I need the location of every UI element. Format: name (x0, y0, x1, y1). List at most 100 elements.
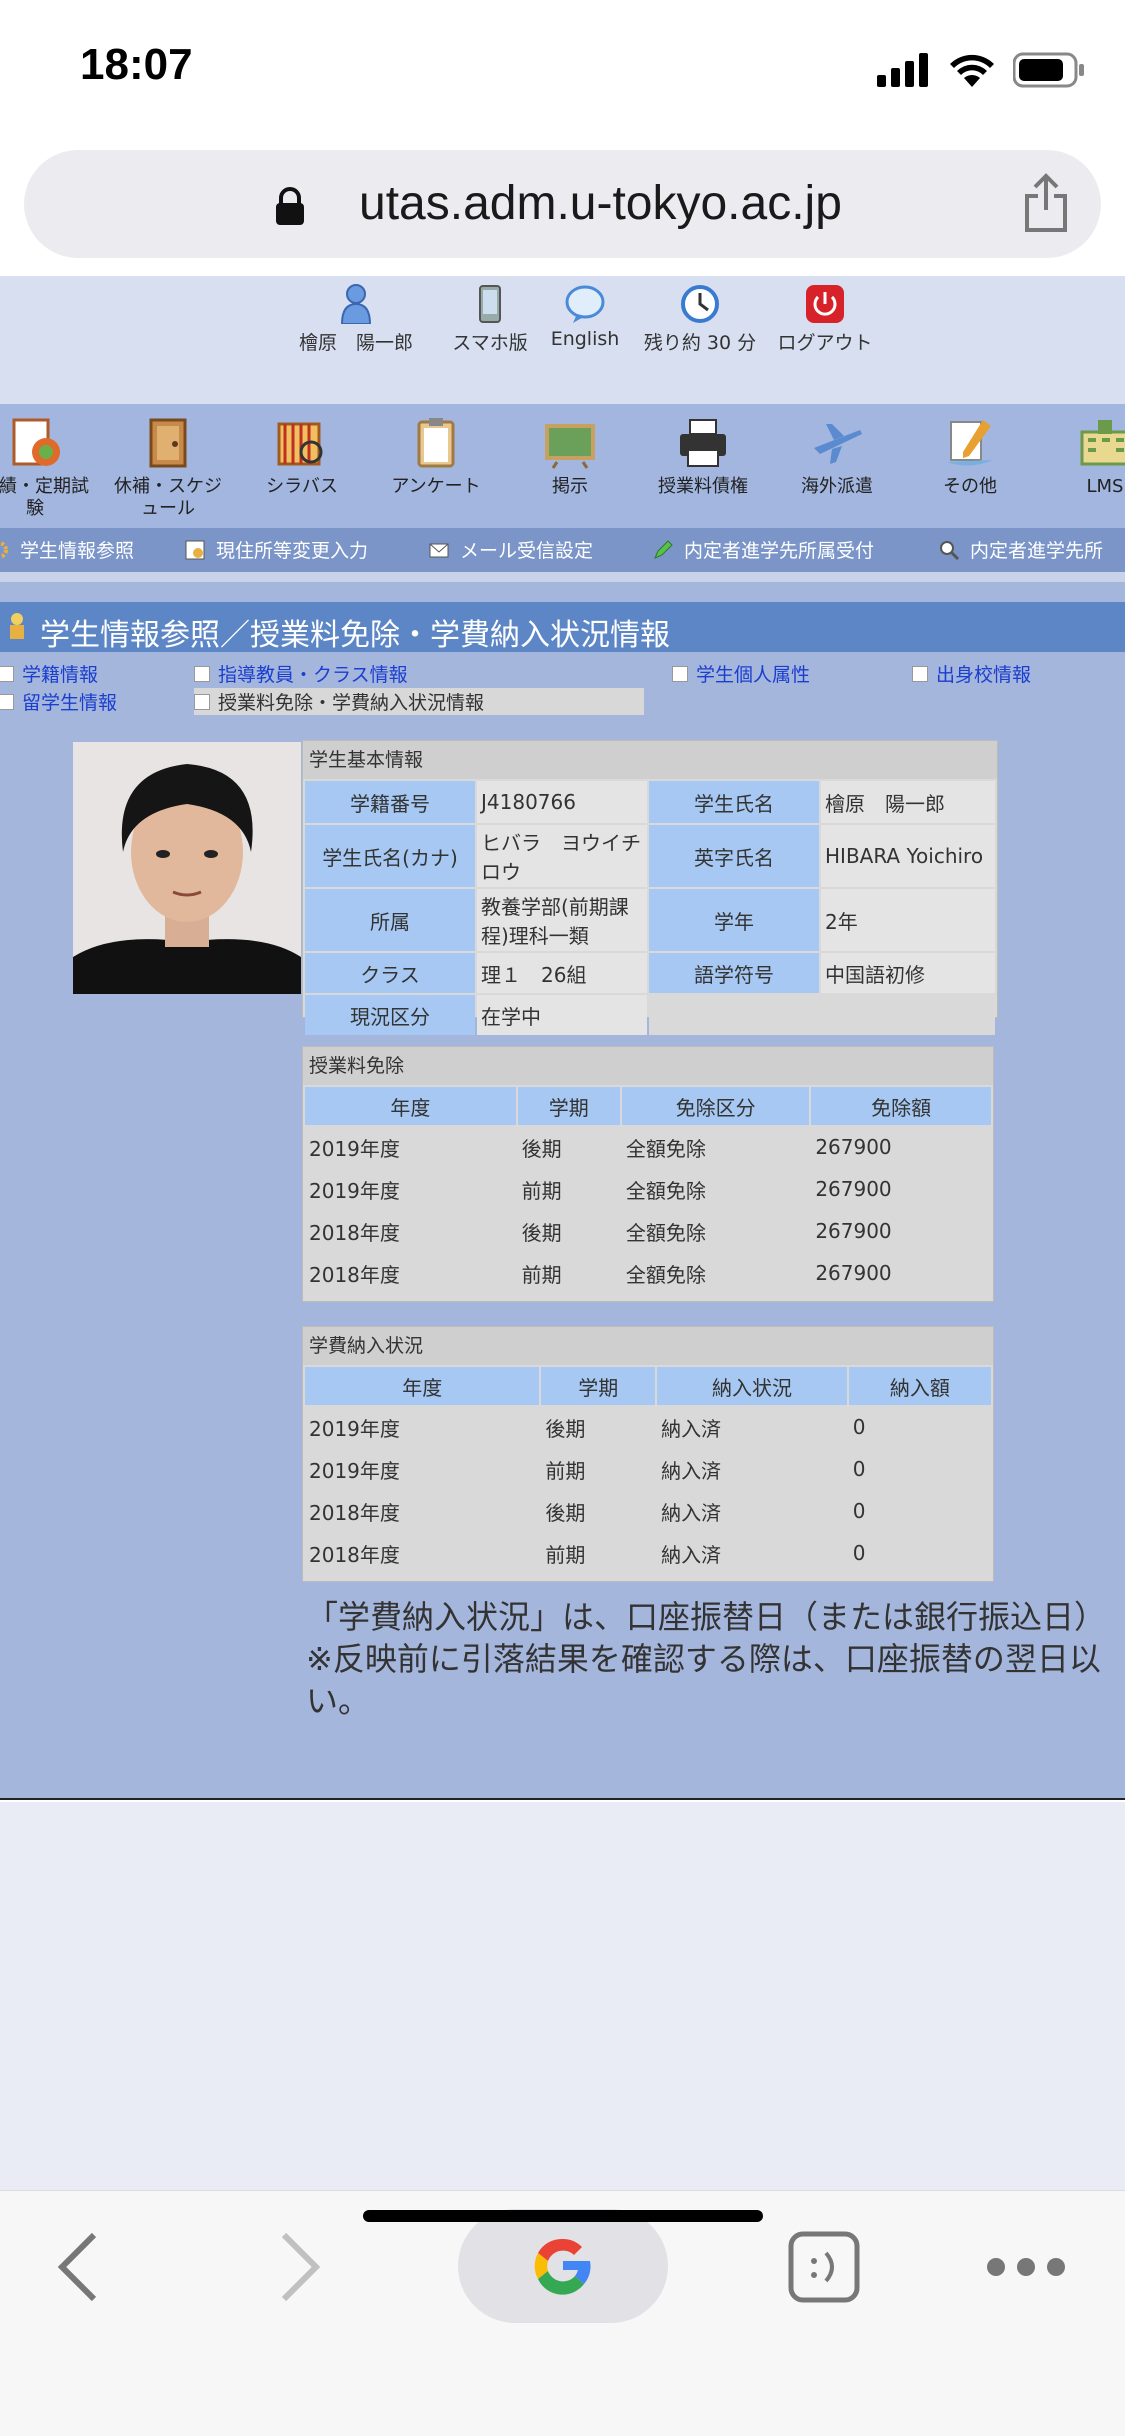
table-row: 2018年度 前期 全額免除 267900 (305, 1253, 991, 1293)
english-link[interactable]: English (545, 284, 625, 350)
forward-icon[interactable] (278, 2231, 322, 2303)
top-nav: 檜原 陽一郎 スマホ版 English 残り約 30 分 ログアウト (0, 276, 1125, 404)
back-icon[interactable] (56, 2231, 100, 2303)
table-row: クラス 理１ 26組 語学符号 中国語初修 (305, 953, 995, 993)
battery-icon (1013, 52, 1084, 88)
tab-shido-label: 指導教員・クラス情報 (218, 664, 408, 686)
term-cell: 前期 (541, 1449, 656, 1489)
user-menu[interactable]: 檜原 陽一郎 (296, 284, 416, 355)
tabs-icon[interactable] (788, 2231, 860, 2303)
label-cell: 学生氏名(カナ) (305, 825, 475, 887)
year-cell: 2018年度 (305, 1533, 540, 1573)
menu-syllabus[interactable]: シラバス (242, 416, 362, 498)
user-name: 檜原 陽一郎 (298, 332, 413, 354)
signal-icon (877, 53, 928, 87)
value-cell: 2年 (821, 889, 995, 951)
type-cell: 全額免除 (621, 1211, 810, 1251)
share-icon[interactable] (1021, 172, 1071, 234)
term-cell: 前期 (517, 1253, 620, 1293)
menu-other[interactable]: その他 (910, 416, 1030, 498)
web-content: 檜原 陽一郎 スマホ版 English 残り約 30 分 ログアウト 成績・定期… (0, 276, 1125, 1800)
menu-tuition-label: 授業料債権 (658, 476, 748, 497)
tab-gakuseki[interactable]: 学籍情報 (0, 660, 98, 687)
status-time: 18:07 (80, 40, 193, 89)
term-cell: 後期 (517, 1211, 620, 1251)
amount-cell: 0 (848, 1407, 991, 1447)
payment-note: 「学費納入状況」は、口座振替日（または銀行振込日） ※反映前に引落結果を確認する… (306, 1596, 1125, 1722)
note-pen-icon (947, 420, 993, 466)
smartphone-label: スマホ版 (452, 332, 528, 354)
session-timer: 残り約 30 分 (640, 284, 760, 355)
wifi-icon (950, 54, 994, 87)
label-cell: 学年 (649, 889, 819, 951)
menu-notice[interactable]: 掲示 (510, 416, 630, 498)
status-cell: 納入済 (657, 1407, 847, 1447)
payment-table: 年度 学期 納入状況 納入額 2019年度 後期 納入済 0 2019年度 前期… (303, 1365, 993, 1575)
tab-menjo[interactable]: 授業料免除・学費納入状況情報 (194, 688, 645, 715)
year-cell: 2018年度 (305, 1211, 516, 1251)
logout-button[interactable]: ログアウト (775, 284, 875, 355)
menu-tuition[interactable]: 授業料債権 (643, 416, 763, 498)
address-bar[interactable]: utas.adm.u-tokyo.ac.jp (24, 150, 1101, 258)
subnav-address-label: 現住所等変更入力 (216, 540, 369, 562)
value-cell: 中国語初修 (821, 953, 995, 993)
menu-grades-label: 成績・定期試験 (0, 476, 89, 519)
subnav-student-info[interactable]: 学生情報参照 (0, 536, 134, 563)
column-header: 免除区分 (621, 1087, 810, 1125)
menu-other-label: その他 (943, 476, 997, 497)
label-cell: 英字氏名 (649, 825, 819, 887)
smartphone-link[interactable]: スマホ版 (440, 284, 540, 355)
lock-icon (276, 187, 304, 225)
table-row: 学生氏名(カナ) ヒバラ ヨウイチロウ 英字氏名 HIBARA Yoichiro (305, 825, 995, 887)
exemption-header: 授業料免除 (303, 1047, 993, 1085)
menu-lms[interactable]: LMS (1045, 416, 1125, 498)
amount-cell: 267900 (811, 1169, 991, 1209)
label-cell: 学籍番号 (305, 781, 475, 823)
google-button[interactable] (458, 2209, 668, 2323)
tab-ryugaku[interactable]: 留学生情報 (0, 688, 117, 715)
tab-shusshin-label: 出身校情報 (936, 664, 1032, 686)
subnav-mail[interactable]: メール受信設定 (428, 536, 593, 563)
note-line: い。 (306, 1682, 371, 1720)
url-text: utas.adm.u-tokyo.ac.jp (359, 177, 842, 230)
user-icon (340, 284, 372, 324)
table-row: 2019年度 前期 全額免除 267900 (305, 1169, 991, 1209)
year-cell: 2019年度 (305, 1449, 540, 1489)
gear-icon (0, 540, 8, 559)
tab-shusshin[interactable]: 出身校情報 (912, 660, 1031, 687)
column-header: 学期 (541, 1367, 656, 1405)
menu-overseas[interactable]: 海外派遣 (777, 416, 897, 498)
subnav-address[interactable]: 現住所等変更入力 (184, 536, 368, 563)
tab-ryugaku-label: 留学生情報 (22, 692, 118, 714)
label-cell: クラス (305, 953, 475, 993)
basic-info-table: 学籍番号 J4180766 学生氏名 檜原 陽一郎 学生氏名(カナ) ヒバラ ヨ… (303, 779, 997, 1037)
term-cell: 後期 (541, 1491, 656, 1531)
tab-kojin[interactable]: 学生個人属性 (672, 660, 810, 687)
menu-grades[interactable]: 成績・定期試験 (0, 416, 95, 520)
year-cell: 2019年度 (305, 1127, 516, 1167)
table-row: 2019年度 前期 納入済 0 (305, 1449, 991, 1489)
tab-bullet (194, 665, 210, 682)
tab-shido[interactable]: 指導教員・クラス情報 (194, 660, 408, 687)
more-icon[interactable] (984, 2253, 1068, 2281)
column-header: 納入状況 (657, 1367, 847, 1405)
year-cell: 2018年度 (305, 1491, 540, 1531)
phone-icon (479, 285, 501, 323)
subnav-admission[interactable]: 内定者進学先所属受付 (652, 536, 874, 563)
column-header: 学期 (517, 1087, 620, 1125)
tab-gakuseki-label: 学籍情報 (22, 664, 99, 686)
pencil-icon (654, 539, 673, 559)
subnav-admission-2-label: 内定者進学先所 (970, 540, 1104, 562)
term-cell: 後期 (541, 1407, 656, 1447)
subnav-admission-2[interactable]: 内定者進学先所 (938, 536, 1103, 563)
label-cell: 語学符号 (649, 953, 819, 993)
menu-syllabus-label: シラバス (266, 476, 338, 497)
amount-cell: 0 (848, 1533, 991, 1573)
term-cell: 後期 (517, 1127, 620, 1167)
subnav-student-info-label: 学生情報参照 (20, 540, 135, 562)
menu-schedule[interactable]: 休補・スケジュール (108, 416, 228, 520)
basic-info-panel: 学生基本情報 学籍番号 J4180766 学生氏名 檜原 陽一郎 学生氏名(カナ… (302, 740, 998, 1035)
home-indicator (363, 2210, 763, 2222)
subnav-mail-label: メール受信設定 (460, 540, 594, 562)
menu-survey[interactable]: アンケート (376, 416, 496, 498)
